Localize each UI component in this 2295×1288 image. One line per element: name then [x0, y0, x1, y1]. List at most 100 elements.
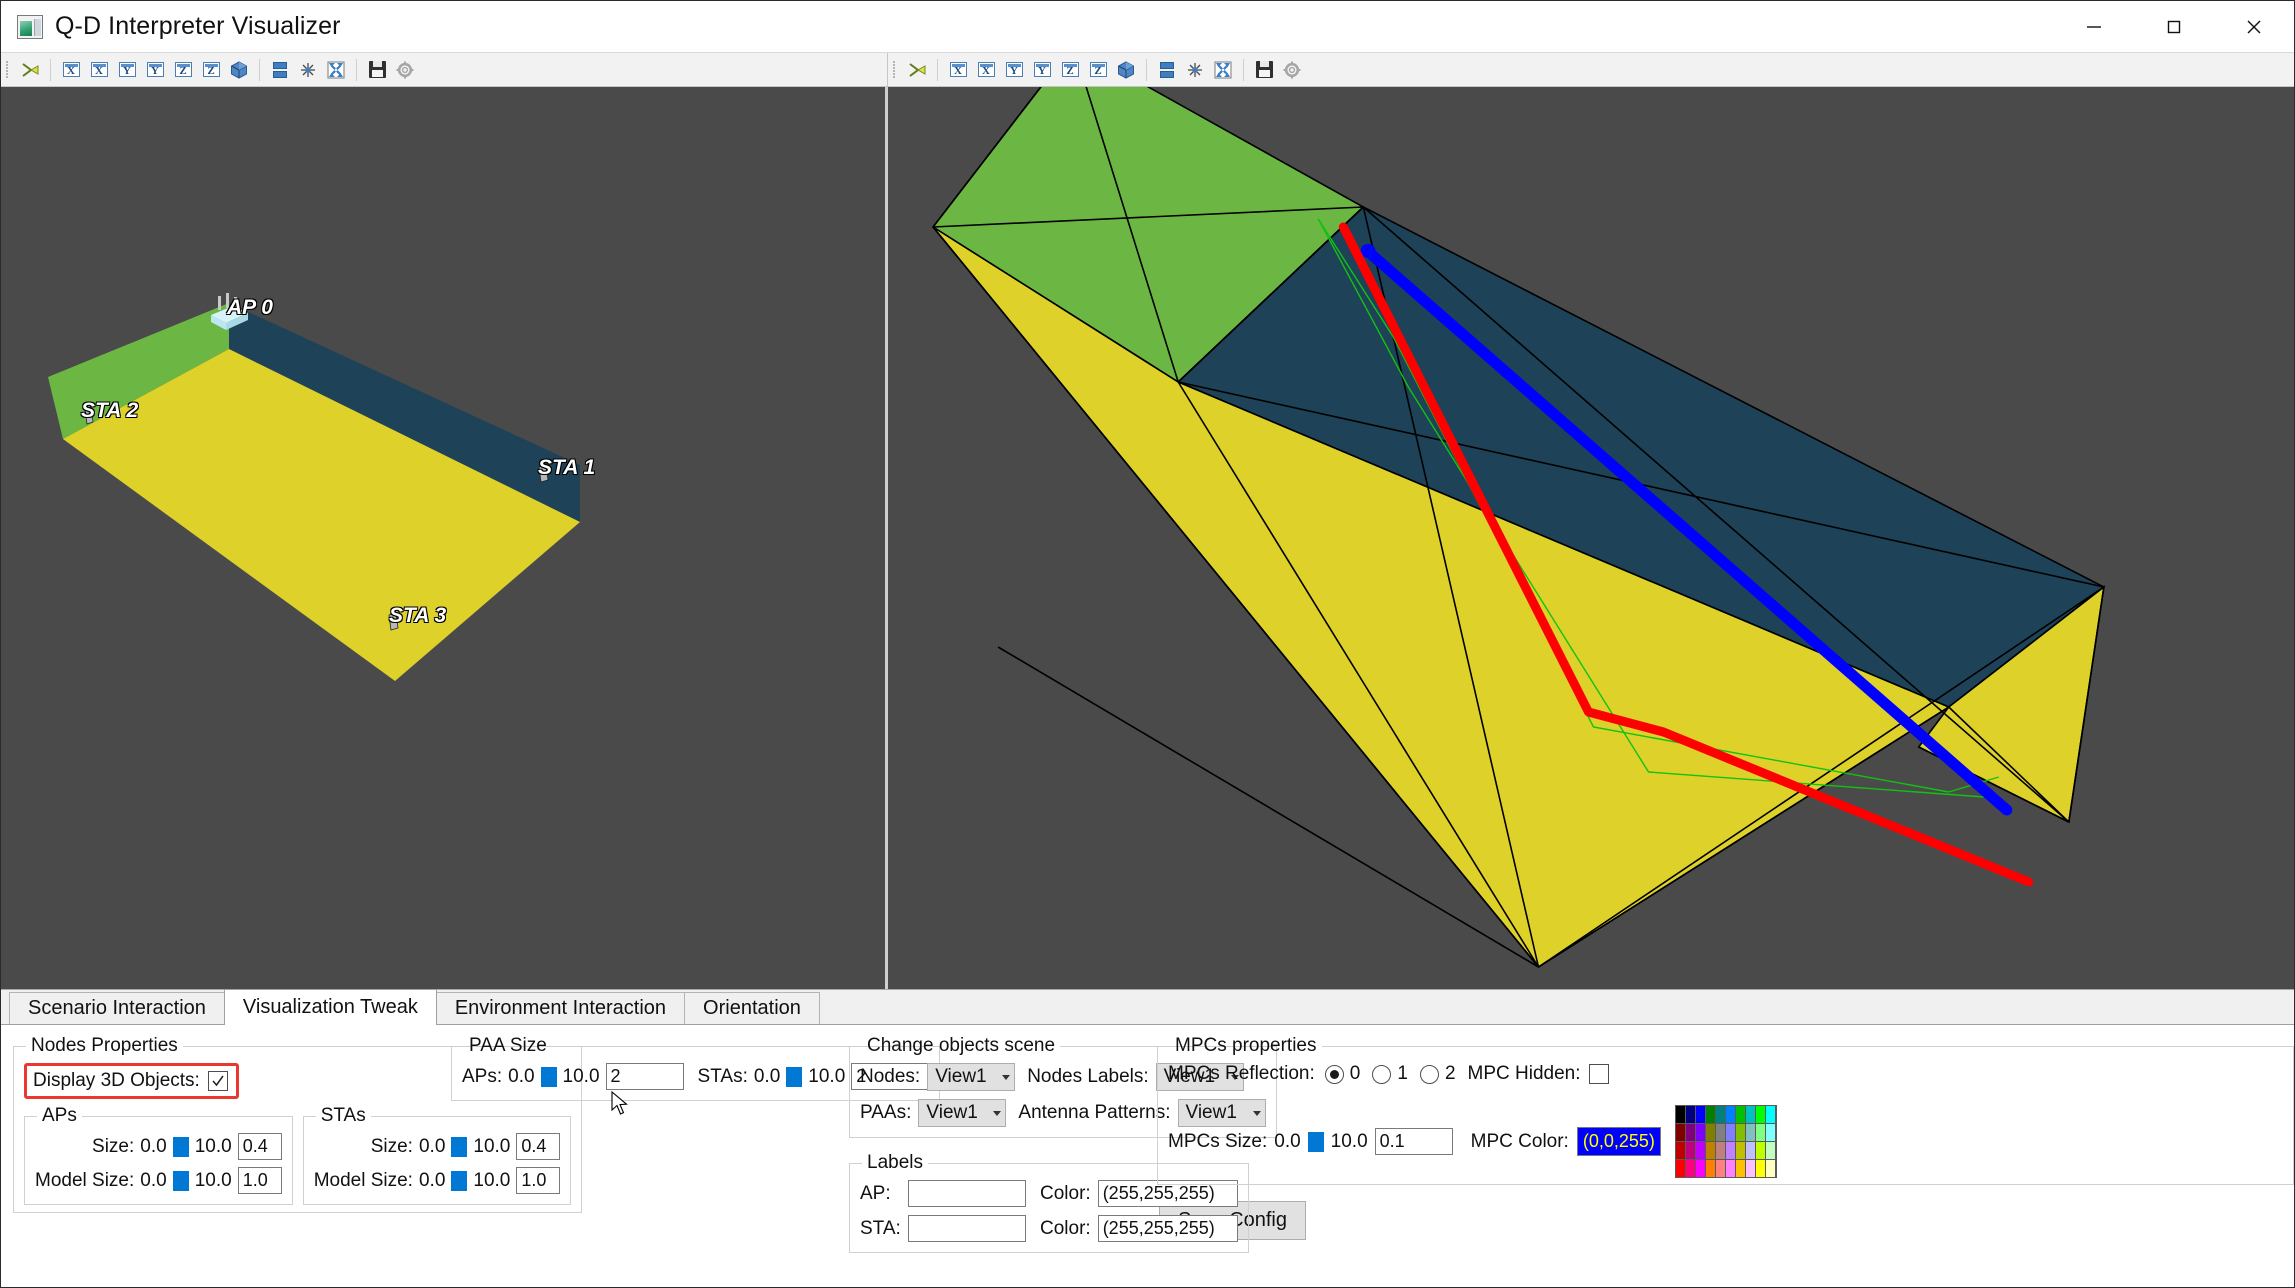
palette-swatch[interactable]: [1696, 1106, 1705, 1123]
view-pos-z-icon[interactable]: Z: [1085, 57, 1111, 83]
palette-swatch[interactable]: [1726, 1124, 1735, 1141]
tab-orientation[interactable]: Orientation: [684, 992, 820, 1024]
tab-environment-interaction[interactable]: Environment Interaction: [436, 992, 685, 1024]
palette-swatch[interactable]: [1716, 1142, 1725, 1159]
view-neg-y-icon[interactable]: Y: [1001, 57, 1027, 83]
paa-stas-slider[interactable]: [786, 1067, 802, 1087]
paa-aps-slider[interactable]: [541, 1067, 557, 1087]
aps-size-slider[interactable]: [173, 1137, 189, 1157]
label-ap-input[interactable]: [908, 1180, 1026, 1207]
mpcs-reflection-radio-1[interactable]: [1372, 1065, 1391, 1084]
palette-swatch[interactable]: [1766, 1142, 1775, 1159]
palette-swatch[interactable]: [1746, 1106, 1755, 1123]
palette-swatch[interactable]: [1706, 1124, 1715, 1141]
palette-swatch[interactable]: [1736, 1142, 1745, 1159]
snowflake-axes-icon[interactable]: [1182, 57, 1208, 83]
save-screenshot-icon[interactable]: [1251, 57, 1277, 83]
view-pos-y-icon[interactable]: Y: [142, 57, 168, 83]
tab-scenario-interaction[interactable]: Scenario Interaction: [9, 992, 225, 1024]
palette-swatch[interactable]: [1686, 1160, 1695, 1177]
palette-swatch[interactable]: [1696, 1160, 1705, 1177]
view-neg-x-icon[interactable]: X: [945, 57, 971, 83]
stas-model-size-input[interactable]: [516, 1167, 560, 1194]
isometric-cube-icon[interactable]: [226, 57, 252, 83]
close-button[interactable]: [2214, 1, 2294, 52]
settings-gear-icon[interactable]: [392, 57, 418, 83]
palette-swatch[interactable]: [1696, 1142, 1705, 1159]
viewport-3d-right[interactable]: [888, 87, 2294, 989]
viewport-3d-left[interactable]: AP 0 STA 2 STA 1 STA 3: [1, 87, 888, 989]
split-view-icon[interactable]: [1154, 57, 1180, 83]
palette-swatch[interactable]: [1706, 1142, 1715, 1159]
nodes-view-select[interactable]: View1: [927, 1063, 1015, 1091]
aps-model-size-slider[interactable]: [173, 1171, 189, 1191]
view-neg-z-icon[interactable]: Z: [1057, 57, 1083, 83]
palette-swatch[interactable]: [1756, 1106, 1765, 1123]
minimize-button[interactable]: [2054, 1, 2134, 52]
view-pos-z-icon[interactable]: Z: [198, 57, 224, 83]
fit-to-screen-icon[interactable]: [323, 57, 349, 83]
mpcs-size-slider[interactable]: [1308, 1132, 1324, 1152]
label-sta-color-input[interactable]: [1098, 1215, 1238, 1242]
palette-swatch[interactable]: [1676, 1124, 1685, 1141]
axes-orientation-icon[interactable]: [17, 57, 43, 83]
maximize-button[interactable]: [2134, 1, 2214, 52]
toolbar-drag-handle[interactable]: [891, 59, 899, 81]
palette-swatch[interactable]: [1756, 1124, 1765, 1141]
save-screenshot-icon[interactable]: [364, 57, 390, 83]
toolbar-drag-handle[interactable]: [4, 59, 12, 81]
palette-swatch[interactable]: [1766, 1160, 1775, 1177]
mpc-color-value[interactable]: (0,0,255): [1577, 1127, 1661, 1156]
palette-swatch[interactable]: [1726, 1160, 1735, 1177]
palette-swatch[interactable]: [1766, 1106, 1775, 1123]
view-neg-z-icon[interactable]: Z: [170, 57, 196, 83]
palette-swatch[interactable]: [1716, 1124, 1725, 1141]
mpc-hidden-checkbox[interactable]: [1589, 1064, 1609, 1084]
palette-swatch[interactable]: [1706, 1106, 1715, 1123]
display-3d-objects-checkbox[interactable]: [208, 1071, 228, 1091]
palette-swatch[interactable]: [1736, 1160, 1745, 1177]
palette-swatch[interactable]: [1746, 1142, 1755, 1159]
mpcs-reflection-radio-0[interactable]: [1325, 1065, 1344, 1084]
view-neg-x-icon[interactable]: X: [58, 57, 84, 83]
view-pos-x-icon[interactable]: X: [86, 57, 112, 83]
palette-swatch[interactable]: [1696, 1124, 1705, 1141]
palette-swatch[interactable]: [1746, 1124, 1755, 1141]
settings-gear-icon[interactable]: [1279, 57, 1305, 83]
mpc-color-palette[interactable]: [1675, 1105, 1777, 1178]
palette-swatch[interactable]: [1676, 1106, 1685, 1123]
tab-visualization-tweak[interactable]: Visualization Tweak: [224, 989, 437, 1025]
view-neg-y-icon[interactable]: Y: [114, 57, 140, 83]
stas-model-size-slider[interactable]: [451, 1171, 467, 1191]
palette-swatch[interactable]: [1726, 1106, 1735, 1123]
snowflake-axes-icon[interactable]: [295, 57, 321, 83]
fit-to-screen-icon[interactable]: [1210, 57, 1236, 83]
palette-swatch[interactable]: [1726, 1142, 1735, 1159]
paas-view-select[interactable]: View1: [918, 1099, 1006, 1127]
palette-swatch[interactable]: [1756, 1142, 1765, 1159]
axes-orientation-icon[interactable]: [904, 57, 930, 83]
palette-swatch[interactable]: [1716, 1106, 1725, 1123]
palette-swatch[interactable]: [1686, 1106, 1695, 1123]
palette-swatch[interactable]: [1756, 1160, 1765, 1177]
isometric-cube-icon[interactable]: [1113, 57, 1139, 83]
palette-swatch[interactable]: [1686, 1124, 1695, 1141]
stas-size-slider[interactable]: [451, 1137, 467, 1157]
palette-swatch[interactable]: [1706, 1160, 1715, 1177]
view-pos-x-icon[interactable]: X: [973, 57, 999, 83]
palette-swatch[interactable]: [1736, 1106, 1745, 1123]
label-sta-input[interactable]: [908, 1215, 1026, 1242]
palette-swatch[interactable]: [1676, 1160, 1685, 1177]
aps-size-input[interactable]: [238, 1133, 282, 1160]
paa-aps-input[interactable]: [606, 1063, 684, 1090]
aps-model-size-input[interactable]: [238, 1167, 282, 1194]
view-pos-y-icon[interactable]: Y: [1029, 57, 1055, 83]
palette-swatch[interactable]: [1686, 1142, 1695, 1159]
palette-swatch[interactable]: [1736, 1124, 1745, 1141]
palette-swatch[interactable]: [1716, 1160, 1725, 1177]
stas-size-input[interactable]: [516, 1133, 560, 1160]
palette-swatch[interactable]: [1766, 1124, 1775, 1141]
palette-swatch[interactable]: [1746, 1160, 1755, 1177]
mpcs-reflection-radio-2[interactable]: [1420, 1065, 1439, 1084]
mpcs-size-input[interactable]: [1375, 1128, 1453, 1155]
